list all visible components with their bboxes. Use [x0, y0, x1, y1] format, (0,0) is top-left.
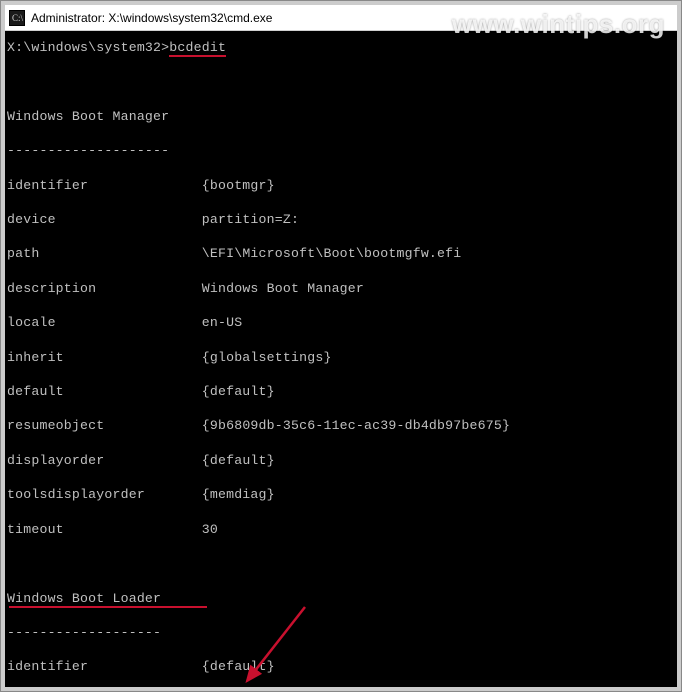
command-bcdedit: bcdedit [169, 40, 226, 57]
value: partition=Z: [202, 212, 299, 227]
prompt-path: X:\windows\system32> [7, 40, 169, 55]
section-title: Windows Boot Loader [7, 590, 675, 607]
section-title: Windows Boot Manager [7, 108, 675, 125]
value: en-US [202, 315, 243, 330]
key: default [7, 384, 64, 399]
value: {default} [202, 453, 275, 468]
cmd-window: C:\ Administrator: X:\windows\system32\c… [1, 1, 681, 691]
window-title: Administrator: X:\windows\system32\cmd.e… [31, 11, 272, 25]
value: {9b6809db-35c6-11ec-ac39-db4db97be675} [202, 418, 510, 433]
titlebar[interactable]: C:\ Administrator: X:\windows\system32\c… [5, 5, 677, 31]
key: resumeobject [7, 418, 104, 433]
key: path [7, 246, 39, 261]
key: displayorder [7, 453, 104, 468]
section-sep: -------------------- [7, 142, 675, 159]
value: {memdiag} [202, 487, 275, 502]
key: identifier [7, 659, 88, 674]
value: 30 [202, 522, 218, 537]
key: description [7, 281, 96, 296]
key: locale [7, 315, 56, 330]
key: timeout [7, 522, 64, 537]
value: Windows Boot Manager [202, 281, 364, 296]
key: identifier [7, 178, 88, 193]
cmd-icon: C:\ [9, 10, 25, 26]
value: {bootmgr} [202, 178, 275, 193]
svg-text:C:\: C:\ [12, 13, 24, 23]
key: toolsdisplayorder [7, 487, 145, 502]
value: \EFI\Microsoft\Boot\bootmgfw.efi [202, 246, 462, 261]
terminal-output[interactable]: X:\windows\system32>bcdedit Windows Boot… [5, 31, 677, 687]
key: inherit [7, 350, 64, 365]
section-sep: ------------------- [7, 624, 675, 641]
value: {default} [202, 659, 275, 674]
value: {default} [202, 384, 275, 399]
value: {globalsettings} [202, 350, 332, 365]
key: device [7, 212, 56, 227]
